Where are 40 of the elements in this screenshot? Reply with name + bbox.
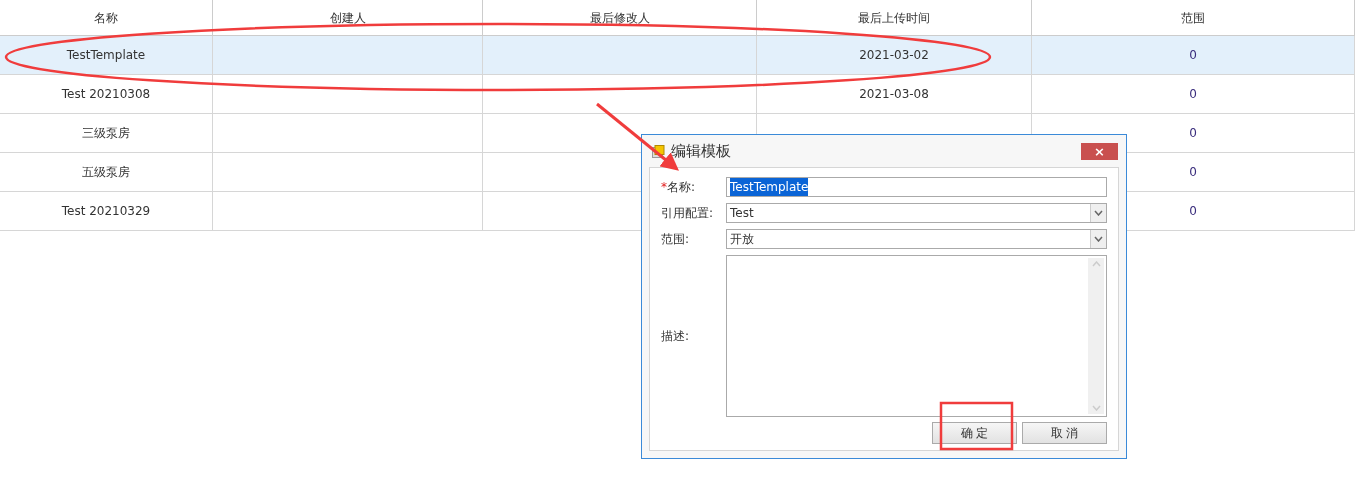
cancel-button[interactable]: 取 消 bbox=[1022, 422, 1107, 444]
table-cell-text: 五级泵房 bbox=[82, 164, 130, 181]
field-label: *名称: bbox=[661, 179, 697, 196]
table-cell-text: 三级泵房 bbox=[82, 125, 130, 142]
column-header[interactable]: 最后上传时间 bbox=[858, 8, 930, 27]
dialog-title: 编辑模板 bbox=[671, 140, 731, 162]
table-row[interactable]: 五级泵房 bbox=[0, 153, 213, 192]
table-cell-text: 0 bbox=[1189, 125, 1197, 142]
dropdown-field[interactable]: 开放 bbox=[726, 229, 1107, 249]
table-cell-text: Test 20210308 bbox=[61, 86, 151, 103]
confirm-button[interactable]: 确 定 bbox=[932, 422, 1017, 444]
column-header[interactable]: 最后修改人 bbox=[589, 8, 650, 27]
table-row[interactable]: TestTemplate bbox=[0, 36, 213, 75]
table-cell-text: 2021-03-02 bbox=[859, 47, 929, 64]
column-header[interactable]: 范围 bbox=[1181, 8, 1205, 27]
field-label: 描述: bbox=[661, 328, 691, 345]
close-button[interactable]: × bbox=[1081, 142, 1118, 160]
scrollbar[interactable] bbox=[1088, 258, 1104, 414]
table-cell-text: 0 bbox=[1189, 86, 1197, 103]
chevron-down-icon bbox=[1094, 236, 1103, 242]
table-cell-text: TestTemplate bbox=[66, 47, 146, 64]
chevron-down-icon bbox=[1094, 210, 1103, 216]
text-area[interactable] bbox=[726, 255, 1107, 417]
field-label: 范围: bbox=[661, 231, 691, 248]
table-row[interactable]: Test 20210329 bbox=[0, 192, 213, 231]
column-header[interactable]: 创建人 bbox=[329, 8, 366, 27]
table-row[interactable]: Test 20210308 bbox=[0, 75, 213, 114]
column-header[interactable]: 名称 bbox=[94, 8, 118, 27]
table-cell-text: 0 bbox=[1189, 203, 1197, 220]
field-label: 引用配置: bbox=[661, 205, 715, 222]
table-cell-text: 0 bbox=[1189, 47, 1197, 64]
table-row[interactable]: 三级泵房 bbox=[0, 114, 213, 153]
chevron-down-icon[interactable] bbox=[1091, 405, 1101, 411]
dropdown-field[interactable]: Test bbox=[726, 203, 1107, 223]
window-icon bbox=[652, 144, 665, 158]
table-cell-text: 0 bbox=[1189, 164, 1197, 181]
table-cell-text: 2021-03-08 bbox=[859, 86, 929, 103]
text-field[interactable]: TestTemplate bbox=[726, 177, 1107, 197]
chevron-up-icon[interactable] bbox=[1091, 261, 1101, 267]
table-cell-text: Test 20210329 bbox=[61, 203, 151, 220]
